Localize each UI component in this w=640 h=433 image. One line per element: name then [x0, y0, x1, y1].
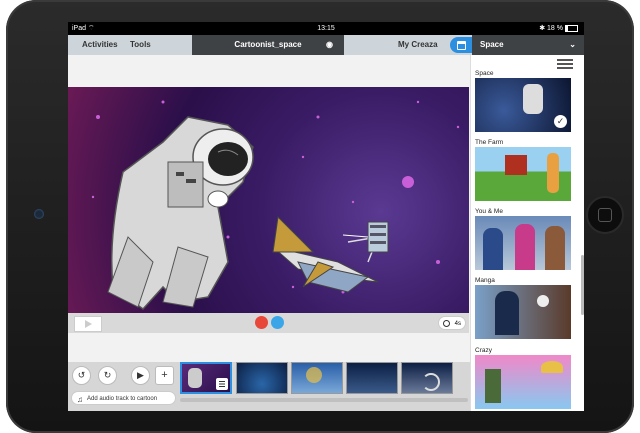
cat-mini [537, 295, 549, 307]
planet-mini [306, 367, 322, 383]
tab-tools[interactable]: Tools [130, 35, 151, 55]
category-thumb-crazy[interactable] [475, 355, 571, 409]
record-mic-icon[interactable] [255, 316, 268, 329]
add-audio-button[interactable]: ♫ Add audio track to cartoon [71, 391, 176, 405]
redo-icon[interactable]: ↻ [98, 366, 117, 385]
scene-thumbnail[interactable] [180, 362, 232, 394]
astronaut-mini [188, 368, 202, 388]
plant-mini [485, 369, 501, 403]
scene-thumbnail[interactable] [291, 362, 343, 394]
astronaut-figure [107, 116, 254, 311]
screen: iPad ⌔ 13:15 ✱ 18 % Activities Tools Car… [68, 22, 584, 411]
add-scene-button[interactable]: + [155, 366, 174, 385]
category-label: Crazy [475, 347, 492, 354]
person-mini [545, 226, 565, 270]
music-note-icon: ♫ [77, 395, 83, 404]
category-select-value: Space [480, 40, 504, 49]
preview-eye-icon[interactable]: ◉ [326, 35, 333, 55]
manga-character-mini [495, 291, 519, 335]
barn-mini [505, 155, 527, 175]
battery-icon [565, 24, 578, 32]
space-shuttle [272, 215, 380, 293]
category-label: Space [475, 70, 494, 77]
project-title[interactable]: Cartoonist_space [192, 35, 344, 55]
category-thumb-manga[interactable] [475, 285, 571, 339]
mushroom-mini [541, 361, 563, 373]
person-mini [515, 224, 535, 270]
clock: 13:15 [317, 25, 335, 32]
bluetooth-icon: ✱ [539, 25, 546, 32]
person-mini [483, 228, 503, 270]
timeline-bar: ↺ ↻ ▶ + ♫ Add audio track to cartoon [68, 362, 470, 411]
play-icon[interactable]: ▶ [131, 366, 150, 385]
category-label: You & Me [475, 208, 503, 215]
astronaut-mini [523, 84, 543, 114]
radar-dish-mini [422, 373, 440, 391]
category-label: The Farm [475, 139, 504, 146]
ipad-frame: iPad ⌔ 13:15 ✱ 18 % Activities Tools Car… [6, 0, 634, 433]
front-camera [34, 209, 44, 219]
chevron-down-icon: ⌄ [569, 40, 576, 49]
status-bar: iPad ⌔ 13:15 ✱ 18 % [68, 22, 584, 35]
my-creaza-link[interactable]: My Creaza [398, 35, 438, 55]
preview-play-button[interactable] [74, 316, 102, 332]
scene-thumbnail[interactable] [346, 362, 398, 394]
cartoon-stage[interactable] [68, 87, 469, 313]
top-nav: Activities Tools Cartoonist_space ◉ My C… [68, 35, 584, 55]
satellite [342, 221, 389, 253]
check-icon: ✓ [554, 115, 567, 128]
home-button[interactable] [586, 196, 624, 234]
category-thumb-space[interactable]: ✓ [475, 78, 571, 132]
editor-area: 4s ↺ ↻ ▶ + ♫ Add audio track to cartoon [68, 55, 470, 411]
scene-duration[interactable]: 4s [438, 316, 466, 330]
space-scene [91, 100, 460, 311]
stage-controls: 4s [68, 313, 469, 333]
background-panel: Space ✓ The Farm You & Me Manga Crazy [470, 55, 584, 411]
tab-activities[interactable]: Activities [82, 35, 118, 55]
category-thumb-you-me[interactable] [475, 216, 571, 270]
category-select[interactable]: Space ⌄ [472, 35, 584, 55]
farmer-mini [547, 153, 559, 193]
battery-status: ✱ 18 % [539, 22, 578, 35]
timeline-scrollbar[interactable] [180, 398, 468, 402]
category-label: Manga [475, 277, 495, 284]
add-audio-label: Add audio track to cartoon [87, 396, 158, 402]
scene-menu-icon[interactable] [216, 378, 228, 390]
scene-thumbnail[interactable] [401, 362, 453, 394]
undo-icon[interactable]: ↺ [72, 366, 91, 385]
scene-thumbnail[interactable] [236, 362, 288, 394]
save-icon[interactable] [450, 37, 472, 53]
audio-wave-icon[interactable] [271, 316, 284, 329]
panel-scrollbar[interactable] [581, 255, 584, 315]
menu-icon[interactable] [557, 59, 573, 69]
category-thumb-farm[interactable] [475, 147, 571, 201]
